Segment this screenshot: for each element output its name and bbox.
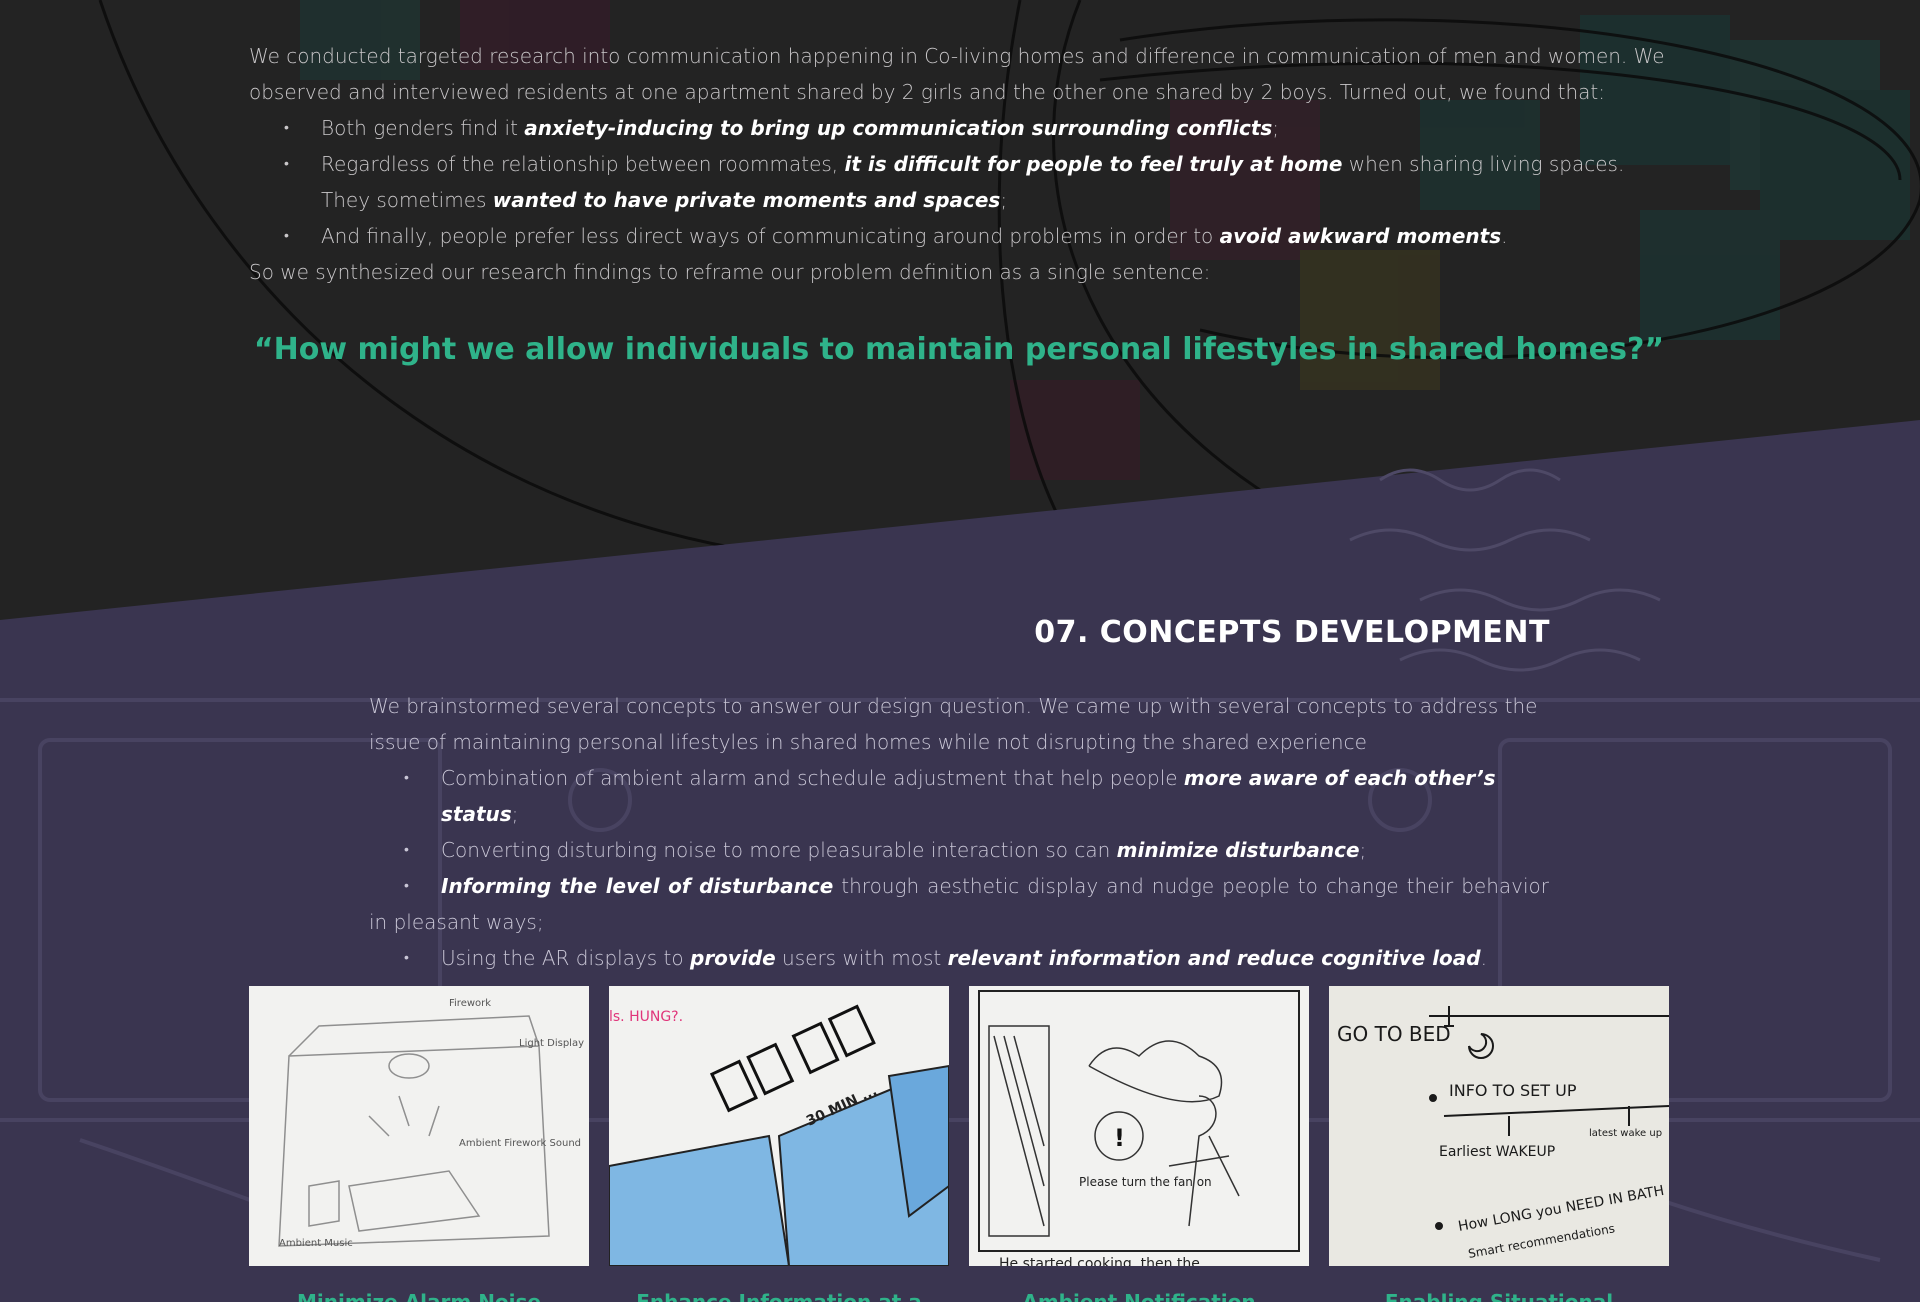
- finding-item: And finally, people prefer less direct w…: [249, 218, 1669, 254]
- bullet-dot: [1429, 1094, 1437, 1102]
- sketch-caption: Enhance Information at a: [636, 1290, 922, 1302]
- whiteboard-text: latest wake up: [1589, 1128, 1662, 1139]
- kitchen-sketch-drawing: ! Please turn the fan on He started cook…: [978, 990, 1300, 1266]
- sketch-label: Ambient Firework Sound: [459, 1138, 581, 1149]
- design-question-quote: “How might we allow individuals to maint…: [253, 332, 1665, 367]
- clock-digit: [791, 1021, 840, 1075]
- concept-text: users with most: [775, 946, 948, 970]
- whiteboard-text: GO TO BED: [1337, 1022, 1451, 1046]
- concept-text: .: [1480, 946, 1487, 970]
- finding-emphasis: wanted to have private moments and space…: [492, 188, 1001, 212]
- whiteboard-text: INFO TO SET UP: [1449, 1081, 1577, 1100]
- clock-digit: [746, 1042, 795, 1096]
- concept-text: ;: [511, 802, 519, 826]
- concept-emphasis: provide: [690, 946, 776, 970]
- sketch-lamp: [388, 1053, 430, 1079]
- exclamation-icon: !: [1114, 1124, 1125, 1152]
- bedroom-sketch-drawing: Ambient Firework Sound Light Display Fir…: [278, 998, 584, 1249]
- sketch-caption: He started cooking, then the: [999, 1256, 1200, 1266]
- concept-text: ;: [1359, 838, 1367, 862]
- finding-emphasis: it is difficult for people to feel truly…: [844, 152, 1343, 176]
- sketch-label: Please turn the fan on: [1079, 1175, 1212, 1189]
- concept-sketch-kitchen[interactable]: ! Please turn the fan on He started cook…: [969, 986, 1309, 1266]
- sketch-caption: Minimize Alarm Noise: [296, 1290, 541, 1302]
- sketch-label: Ambient Music: [279, 1238, 353, 1249]
- sketch-caption: Enabling Situational: [1384, 1290, 1614, 1302]
- finding-item: Both genders find it anxiety-inducing to…: [249, 110, 1669, 146]
- finding-text: ;: [1000, 188, 1008, 212]
- concepts-body: We brainstormed several concepts to answ…: [369, 688, 1549, 976]
- sketch-smoke: [1088, 1040, 1223, 1103]
- finding-emphasis: avoid awkward moments: [1219, 224, 1502, 248]
- concept-sketch-gallery: Ambient Firework Sound Light Display Fir…: [249, 986, 1671, 1266]
- timeline-line: [1443, 1105, 1669, 1117]
- concept-sketch-ar-clock[interactable]: 30 MIN ... ls. HUNG?.: [609, 986, 949, 1266]
- sketch-ceiling: [288, 1015, 540, 1057]
- finding-text: ;: [1272, 116, 1280, 140]
- findings-list: Both genders find it anxiety-inducing to…: [249, 110, 1669, 254]
- concept-item: Using the AR displays to provide users w…: [369, 940, 1549, 976]
- moon-icon: [1468, 1033, 1494, 1059]
- closing-paragraph: So we synthesized our research findings …: [249, 260, 1211, 284]
- sketch-floor-left: [609, 1134, 791, 1266]
- concept-text: Combination of ambient alarm and schedul…: [441, 766, 1184, 790]
- concept-emphasis: Informing the level of disturbance: [441, 874, 834, 898]
- page-content: We conducted targeted research into comm…: [0, 0, 1920, 1302]
- sketch-hatching: [993, 1035, 1045, 1227]
- concept-sketch-bedroom[interactable]: Ambient Firework Sound Light Display Fir…: [249, 986, 589, 1266]
- concept-text: Converting disturbing noise to more plea…: [441, 838, 1117, 862]
- section-title: 07. CONCEPTS DEVELOPMENT: [1034, 615, 1550, 650]
- sketch-label: Firework: [449, 998, 491, 1009]
- intro-paragraph: We conducted targeted research into comm…: [249, 44, 1665, 104]
- bullet-dot: [1435, 1222, 1443, 1230]
- finding-text: Regardless of the relationship between r…: [321, 152, 845, 176]
- concept-sketch-whiteboard[interactable]: GO TO BED INFO TO SET UP Earliest WAKEUP…: [1329, 986, 1669, 1266]
- concepts-paragraph: We brainstormed several concepts to answ…: [369, 694, 1538, 754]
- concept-emphasis: relevant information and reduce cognitiv…: [947, 946, 1481, 970]
- whiteboard-sketch-drawing: GO TO BED INFO TO SET UP Earliest WAKEUP…: [1337, 1006, 1669, 1261]
- finding-text: .: [1501, 224, 1508, 248]
- concept-item: Converting disturbing noise to more plea…: [369, 832, 1549, 868]
- ar-clock-sketch-drawing: 30 MIN ... ls. HUNG?.: [609, 1004, 949, 1266]
- finding-emphasis: anxiety-inducing to bring up communicati…: [524, 116, 1273, 140]
- concepts-list: Combination of ambient alarm and schedul…: [369, 760, 1549, 976]
- concept-text: Using the AR displays to: [441, 946, 690, 970]
- whiteboard-text: How LONG you NEED IN BATH: [1457, 1183, 1665, 1235]
- sketch-caption: Ambient Notification: [1022, 1290, 1256, 1302]
- sketch-label: Light Display: [519, 1038, 584, 1049]
- sketch-bed: [348, 1170, 481, 1232]
- finding-item: Regardless of the relationship between r…: [249, 146, 1669, 218]
- clock-digit: [709, 1059, 759, 1113]
- concept-emphasis: minimize disturbance: [1116, 838, 1360, 862]
- research-summary: We conducted targeted research into comm…: [249, 38, 1669, 290]
- sketch-nightstand: [308, 1180, 340, 1227]
- concept-item: Combination of ambient alarm and schedul…: [369, 760, 1549, 832]
- finding-text: And finally, people prefer less direct w…: [321, 224, 1220, 248]
- sketch-person: [1168, 1095, 1240, 1227]
- sketch-label: ls. HUNG?.: [609, 1009, 683, 1025]
- whiteboard-text: Earliest WAKEUP: [1439, 1144, 1555, 1160]
- clock-digit: [827, 1004, 876, 1058]
- finding-text: Both genders find it: [321, 116, 525, 140]
- sketch-rays: [368, 1095, 440, 1137]
- concept-item: Informing the level of disturbance throu…: [369, 868, 1549, 940]
